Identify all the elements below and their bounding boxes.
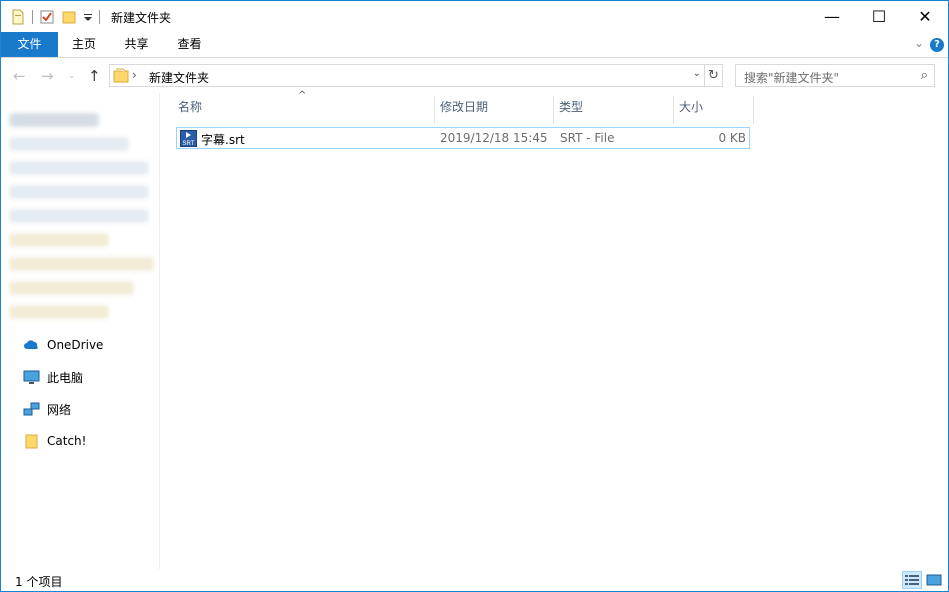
tab-view[interactable]: 查看	[163, 32, 216, 57]
onedrive-cloud-icon	[23, 338, 40, 353]
table-row[interactable]: SRT 字幕.srt 2019/12/18 15:45 SRT - File 0…	[176, 127, 750, 149]
navigation-pane: OneDrive 此电脑 网络 Catch!	[1, 93, 160, 569]
column-header-date[interactable]: 修改日期	[434, 96, 554, 124]
search-icon[interactable]: ⌕	[921, 68, 928, 83]
toolbar-separator	[99, 10, 100, 24]
nav-item-label: OneDrive	[47, 338, 104, 352]
item-count: 1 个项目	[15, 575, 63, 589]
blurred-nav-item	[9, 137, 129, 151]
file-name: 字幕.srt	[201, 133, 245, 147]
tab-file[interactable]: 文件	[1, 32, 58, 57]
address-bar[interactable]: › 新建文件夹 ⌄	[109, 64, 705, 87]
quick-access-toolbar	[10, 8, 106, 26]
blurred-nav-item	[9, 281, 134, 295]
title-bar: 新建文件夹 — ☐ ✕	[1, 1, 948, 32]
blurred-nav-item	[9, 113, 99, 127]
blurred-nav-item	[9, 209, 149, 223]
address-dropdown-icon[interactable]: ⌄	[693, 68, 701, 79]
breadcrumb-current-folder[interactable]: 新建文件夹	[149, 69, 209, 86]
properties-icon[interactable]	[10, 9, 26, 25]
expand-ribbon-chevron-icon[interactable]: ⌄	[914, 36, 924, 50]
column-header-type[interactable]: 类型	[553, 96, 674, 124]
tab-home[interactable]: 主页	[58, 32, 110, 57]
toolbar-separator	[32, 10, 33, 24]
file-size: 0 KB	[718, 131, 746, 145]
blurred-nav-item	[9, 185, 149, 199]
column-header-size[interactable]: 大小	[673, 96, 754, 124]
nav-item-this-pc[interactable]: 此电脑	[23, 366, 83, 388]
computer-icon	[23, 370, 40, 385]
column-header-name[interactable]: 名称	[172, 96, 435, 124]
network-icon	[23, 402, 40, 417]
window-title: 新建文件夹	[111, 11, 172, 25]
minimize-button[interactable]: —	[809, 1, 855, 32]
details-view-icon[interactable]	[902, 571, 922, 589]
srt-file-icon: SRT	[180, 130, 197, 150]
checkmark-properties-icon[interactable]	[39, 9, 55, 25]
recent-locations-chevron-icon[interactable]: ⌄	[68, 71, 76, 81]
breadcrumb-chevron-icon[interactable]: ›	[132, 68, 137, 82]
forward-arrow-icon[interactable]: →	[41, 67, 54, 85]
blurred-nav-item	[9, 161, 149, 175]
blurred-nav-item	[9, 305, 109, 319]
maximize-button[interactable]: ☐	[856, 1, 902, 32]
nav-item-label: Catch!	[47, 434, 87, 448]
large-icons-view-icon[interactable]	[924, 571, 944, 589]
up-arrow-icon[interactable]: ↑	[88, 67, 101, 85]
search-input[interactable]: 搜索"新建文件夹" ⌕	[735, 64, 935, 87]
new-folder-icon[interactable]	[61, 9, 77, 25]
back-arrow-icon[interactable]: ←	[13, 67, 26, 85]
svg-text:SRT: SRT	[183, 141, 195, 147]
nav-item-catch[interactable]: Catch!	[23, 430, 86, 452]
ribbon-tabs: 文件 主页 共享 查看 ⌄ ?	[1, 32, 948, 58]
nav-item-onedrive[interactable]: OneDrive	[23, 334, 103, 356]
blurred-nav-item	[9, 233, 109, 247]
refresh-icon[interactable]: ↻	[705, 64, 723, 87]
nav-item-network[interactable]: 网络	[23, 398, 71, 420]
nav-item-label: 此电脑	[47, 370, 84, 385]
nav-item-label: 网络	[47, 402, 72, 417]
tab-share[interactable]: 共享	[110, 32, 163, 57]
help-icon[interactable]: ?	[930, 38, 944, 52]
file-type: SRT - File	[560, 131, 615, 145]
blurred-nav-item	[9, 257, 154, 271]
status-bar: 1 个项目	[1, 569, 948, 591]
file-date: 2019/12/18 15:45	[440, 131, 548, 145]
close-button[interactable]: ✕	[902, 1, 948, 32]
search-placeholder: 搜索"新建文件夹"	[744, 71, 840, 85]
file-list: ^ 名称 修改日期 类型 大小 SRT 字幕.srt 2019/12/18 15…	[161, 90, 948, 569]
explorer-window: 新建文件夹 — ☐ ✕ 文件 主页 共享 查看 ⌄ ? ← → ⌄ ↑ › 新建…	[0, 0, 949, 592]
customize-toolbar-dropdown-icon[interactable]	[83, 9, 93, 25]
folder-icon	[113, 68, 129, 87]
folder-icon	[23, 434, 40, 449]
address-row: ← → ⌄ ↑ › 新建文件夹 ⌄ ↻ 搜索"新建文件夹" ⌕	[1, 59, 948, 93]
